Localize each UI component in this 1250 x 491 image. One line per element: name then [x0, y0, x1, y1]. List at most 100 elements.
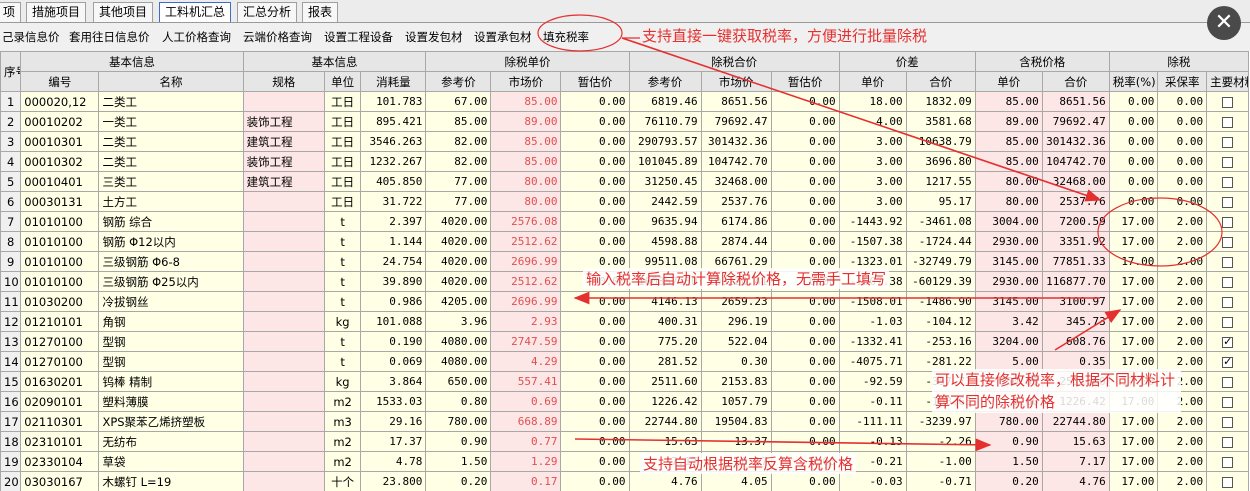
table-cell[interactable]: kg — [323, 311, 362, 332]
main-material-checkbox[interactable] — [1222, 296, 1234, 308]
toolbar-labor-price-query[interactable]: 人工价格查询 — [162, 29, 231, 45]
table-cell[interactable]: -60129.39 — [905, 271, 976, 292]
table-cell[interactable]: 1832.09 — [905, 91, 976, 112]
main-material-checkbox-cell[interactable] — [1206, 371, 1249, 392]
table-cell[interactable]: 85.00 — [974, 151, 1043, 172]
table-cell[interactable]: 3.00 — [838, 131, 907, 152]
table-cell[interactable] — [242, 91, 325, 112]
table-row[interactable]: 18 02310101 无纺布 m2 17.37 0.90 0.77 0.00 15.63 13.… — [0, 431, 1249, 452]
table-cell[interactable]: 02110301 — [20, 411, 100, 432]
main-material-checkbox[interactable] — [1222, 355, 1234, 368]
table-cell[interactable]: 0.00 — [770, 151, 840, 172]
table-cell[interactable]: 0.00 — [770, 131, 840, 152]
table-cell[interactable]: 6174.86 — [700, 211, 772, 232]
table-cell[interactable]: 2659.23 — [700, 291, 772, 312]
table-cell[interactable]: 2.00 — [1157, 311, 1208, 332]
table-cell[interactable] — [242, 231, 325, 252]
table-cell[interactable]: 6819.46 — [628, 91, 702, 112]
toolbar-set-owner-material[interactable]: 设置发包材 — [405, 29, 463, 45]
table-cell[interactable]: 104742.70 — [700, 151, 772, 172]
table-cell[interactable]: 17.00 — [1108, 451, 1159, 472]
table-cell[interactable]: 608.76 — [1041, 331, 1110, 352]
col-header[interactable]: 暂估价 — [560, 71, 630, 92]
table-cell[interactable]: 4080.00 — [425, 351, 492, 372]
table-cell[interactable]: 668.89 — [490, 411, 562, 432]
table-cell[interactable]: 工日 — [323, 171, 362, 192]
main-material-checkbox[interactable] — [1222, 436, 1234, 448]
table-cell[interactable]: 10638.79 — [905, 131, 976, 152]
table-cell[interactable]: 4020.00 — [425, 231, 492, 252]
tab-summary-analysis[interactable]: 汇总分析 — [237, 2, 298, 22]
main-material-checkbox-cell[interactable] — [1206, 271, 1249, 292]
table-cell[interactable]: 17.00 — [1108, 271, 1159, 292]
table-cell[interactable]: 塑料薄膜 — [98, 391, 244, 412]
table-cell[interactable]: 7200.59 — [1041, 211, 1110, 232]
main-material-checkbox[interactable] — [1222, 236, 1234, 248]
table-cell[interactable]: 32468.00 — [1041, 171, 1110, 192]
table-row[interactable]: 20 03030167 木螺钉 L=19 十个 23.800 0.20 0.17 0.00 4.… — [0, 471, 1249, 491]
table-cell[interactable]: 0.069 — [360, 351, 427, 372]
table-cell[interactable]: 00010302 — [20, 151, 100, 172]
table-cell[interactable]: 0.00 — [770, 171, 840, 192]
table-cell[interactable]: 1 — [0, 91, 22, 112]
table-cell[interactable]: 0.00 — [770, 471, 840, 491]
table-cell[interactable]: 85.00 — [490, 91, 562, 112]
table-cell[interactable]: 0.77 — [490, 431, 562, 452]
table-cell[interactable]: t — [323, 331, 362, 352]
table-cell[interactable]: 0.00 — [1108, 131, 1159, 152]
table-row[interactable]: 3 00010301 二类工 建筑工程 工日 3546.263 82.00 85.00 0.00… — [0, 131, 1249, 152]
table-cell[interactable]: 4.00 — [838, 111, 907, 132]
table-row[interactable]: 12 01210101 角钢 kg 101.088 3.96 2.93 0.00 400.31 2… — [0, 311, 1249, 332]
table-cell[interactable]: 0.00 — [560, 471, 630, 491]
table-cell[interactable]: 4146.13 — [628, 291, 702, 312]
main-material-checkbox-cell[interactable] — [1206, 211, 1249, 232]
main-material-checkbox[interactable] — [1222, 376, 1234, 388]
table-cell[interactable]: 2.00 — [1157, 271, 1208, 292]
table-cell[interactable]: 301432.36 — [1041, 131, 1110, 152]
table-cell[interactable]: t — [323, 351, 362, 372]
table-cell[interactable]: 钢筋 Φ12以内 — [98, 231, 244, 252]
table-cell[interactable]: 工日 — [323, 191, 362, 212]
table-cell[interactable]: 17.00 — [1108, 231, 1159, 252]
table-cell[interactable]: 01270100 — [20, 351, 100, 372]
tab-other-items[interactable]: 其他项目 — [93, 2, 154, 22]
col-header[interactable]: 单价 — [838, 71, 907, 92]
table-cell[interactable]: 01030200 — [20, 291, 100, 312]
main-material-checkbox[interactable] — [1222, 276, 1234, 288]
table-cell[interactable]: 85.00 — [974, 131, 1043, 152]
table-cell[interactable]: 2512.62 — [490, 231, 562, 252]
table-cell[interactable]: 0.00 — [560, 411, 630, 432]
table-cell[interactable]: 0.986 — [360, 291, 427, 312]
table-cell[interactable]: 0.00 — [1108, 191, 1159, 212]
main-material-checkbox-cell[interactable] — [1206, 391, 1249, 412]
table-cell[interactable]: -3239.97 — [905, 411, 976, 432]
table-cell[interactable]: 2.00 — [1157, 471, 1208, 491]
table-cell[interactable]: 2511.60 — [628, 371, 702, 392]
main-material-checkbox-cell[interactable] — [1206, 251, 1249, 272]
table-cell[interactable]: 400.31 — [628, 311, 702, 332]
col-header[interactable]: 合价 — [905, 71, 976, 92]
table-cell[interactable]: 1.144 — [360, 231, 427, 252]
table-cell[interactable]: 00030131 — [20, 191, 100, 212]
main-material-checkbox-cell[interactable] — [1206, 451, 1249, 472]
table-cell[interactable]: 二类工 — [98, 91, 244, 112]
table-cell[interactable]: 2.00 — [1157, 431, 1208, 452]
table-cell[interactable]: 2.00 — [1157, 231, 1208, 252]
table-cell[interactable] — [242, 251, 325, 272]
table-cell[interactable]: m2 — [323, 431, 362, 452]
table-cell[interactable]: 22744.80 — [1041, 411, 1110, 432]
table-cell[interactable]: 1226.42 — [628, 391, 702, 412]
table-cell[interactable]: 0.90 — [974, 431, 1043, 452]
table-cell[interactable]: 草袋 — [98, 451, 244, 472]
table-cell[interactable]: 17.00 — [1108, 211, 1159, 232]
table-cell[interactable]: 79692.47 — [1041, 111, 1110, 132]
main-material-checkbox-cell[interactable] — [1206, 111, 1249, 132]
table-cell[interactable]: 0.00 — [560, 371, 630, 392]
table-cell[interactable]: 工日 — [323, 151, 362, 172]
table-cell[interactable]: 4598.88 — [628, 231, 702, 252]
table-cell[interactable]: m3 — [323, 411, 362, 432]
table-cell[interactable]: 3.00 — [838, 151, 907, 172]
table-cell[interactable]: 0.17 — [490, 471, 562, 491]
col-header[interactable]: 消耗量 — [360, 71, 427, 92]
table-cell[interactable]: -1508.01 — [838, 291, 907, 312]
